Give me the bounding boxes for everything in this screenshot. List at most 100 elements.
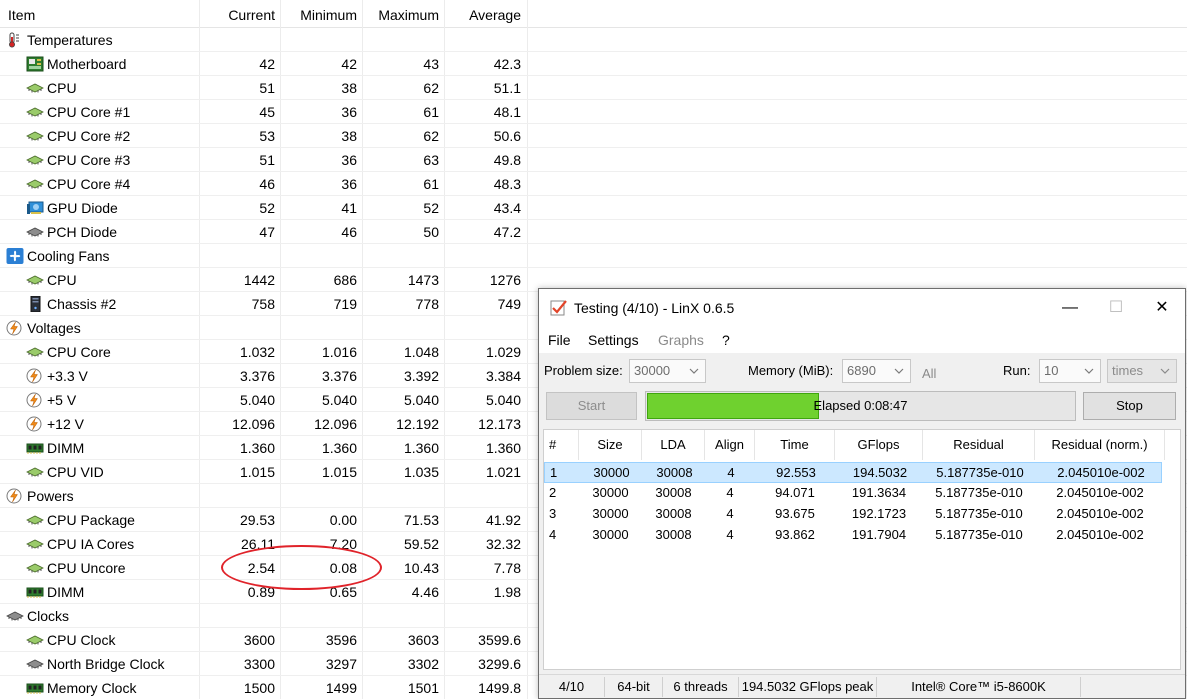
header-maximum[interactable]: Maximum xyxy=(363,0,439,28)
menu-file[interactable]: File xyxy=(548,327,571,353)
chip-icon xyxy=(26,104,44,120)
run-count-combo[interactable]: 10 xyxy=(1039,359,1101,383)
menu-settings[interactable]: Settings xyxy=(588,327,639,353)
sensor-current-value: 1442 xyxy=(243,272,275,288)
sensor-current-value: 1.360 xyxy=(239,440,275,456)
sensor-name-cell: CPU Clock xyxy=(26,628,115,652)
start-button[interactable]: Start xyxy=(546,392,637,420)
sensor-average-value: 48.3 xyxy=(493,176,521,192)
sensor-name-cell: CPU VID xyxy=(26,460,104,484)
sensor-name: CPU Uncore xyxy=(47,560,126,576)
results-header-col-residual-norm[interactable]: Residual (norm.) xyxy=(1035,430,1165,460)
results-cell-col-residual-norm: 2.045010e-002 xyxy=(1057,465,1145,480)
menu-help[interactable]: ? xyxy=(722,327,730,353)
results-row[interactable]: 4 30000 30008 4 93.862 191.7904 5.187735e-010 2… xyxy=(544,525,1162,546)
sensor-name: CPU Core #2 xyxy=(47,128,131,144)
results-header-col-size[interactable]: Size xyxy=(579,430,642,460)
linx-window[interactable]: Testing (4/10) - LinX 0.6.5 — ☐ ✕ File S… xyxy=(538,288,1186,699)
sensor-name-cell: CPU IA Cores xyxy=(26,532,134,556)
sensor-maximum-value: 10.43 xyxy=(403,560,439,576)
results-cell-col-time: 93.675 xyxy=(775,506,815,521)
dimm-icon xyxy=(26,680,44,696)
menu-bar: File Settings Graphs ? xyxy=(539,327,1185,353)
sensor-minimum-value: 0.65 xyxy=(329,584,357,600)
sensor-average-value: 1.029 xyxy=(485,344,521,360)
sensor-row[interactable]: CPU 51 38 62 51.1 xyxy=(0,76,1187,100)
sensor-row[interactable]: Motherboard 42 42 43 42.3 xyxy=(0,52,1187,76)
results-row[interactable]: 2 30000 30008 4 94.071 191.3634 5.187735e-010 2… xyxy=(544,483,1162,504)
results-cell-col-residual-norm: 2.045010e-002 xyxy=(1056,527,1144,542)
results-row[interactable]: 1 30000 30008 4 92.553 194.5032 5.187735e-010 2… xyxy=(544,462,1162,483)
sensor-average-value: 42.3 xyxy=(493,56,521,72)
results-header-col-align[interactable]: Align xyxy=(705,430,755,460)
sensor-row[interactable]: CPU Core #1 45 36 61 48.1 xyxy=(0,100,1187,124)
menu-graphs[interactable]: Graphs xyxy=(658,327,704,353)
header-minimum[interactable]: Minimum xyxy=(281,0,357,28)
chassis-icon xyxy=(26,296,44,312)
results-cell-col-size: 30000 xyxy=(592,527,629,542)
sensor-maximum-value: 1.360 xyxy=(403,440,439,456)
results-cell-col-residual: 5.187735e-010 xyxy=(935,527,1023,542)
sensor-name: CPU xyxy=(47,80,77,96)
problem-size-combo[interactable]: 30000 xyxy=(629,359,706,383)
sensor-maximum-value: 3302 xyxy=(407,656,439,672)
sensor-current-value: 3300 xyxy=(243,656,275,672)
sensor-name: North Bridge Clock xyxy=(47,656,165,672)
status-bar: 4/10 64-bit 6 threads 194.5032 GFlops peak I… xyxy=(539,674,1185,698)
sensor-row[interactable]: PCH Diode 47 46 50 47.2 xyxy=(0,220,1187,244)
run-unit-value: times xyxy=(1112,363,1144,378)
bolt-icon xyxy=(26,392,44,408)
sensor-row[interactable]: CPU Core #3 51 36 63 49.8 xyxy=(0,148,1187,172)
memory-combo[interactable]: 6890 xyxy=(842,359,911,383)
sensor-group-row[interactable]: Temperatures xyxy=(0,28,1187,52)
sensor-name-cell: CPU Core #4 xyxy=(26,172,130,196)
sensor-name: CPU Core xyxy=(47,344,111,360)
results-header-col-residual[interactable]: Residual xyxy=(923,430,1035,460)
bolt-icon xyxy=(6,320,24,336)
sensor-group-row[interactable]: Cooling Fans xyxy=(0,244,1187,268)
sensor-current-value: 5.040 xyxy=(239,392,275,408)
memory-all-option[interactable]: All xyxy=(922,362,936,386)
header-current[interactable]: Current xyxy=(200,0,275,28)
results-row[interactable]: 3 30000 30008 4 93.675 192.1723 5.187735e-010 2… xyxy=(544,504,1162,525)
results-header-col-lda[interactable]: LDA xyxy=(642,430,705,460)
sensor-minimum-value: 3297 xyxy=(325,656,357,672)
sensor-name-cell: Chassis #2 xyxy=(26,292,116,316)
sensor-minimum-value: 686 xyxy=(333,272,357,288)
chevron-down-icon xyxy=(1158,360,1172,382)
sensor-row[interactable]: CPU Core #4 46 36 61 48.3 xyxy=(0,172,1187,196)
results-cell-col-time: 94.071 xyxy=(775,485,815,500)
results-header-col-index[interactable]: # xyxy=(544,430,579,460)
stop-button[interactable]: Stop xyxy=(1083,392,1176,420)
chip-icon xyxy=(26,80,44,96)
results-header-col-gflops[interactable]: GFlops xyxy=(835,430,923,460)
elapsed-time-text: Elapsed 0:08:47 xyxy=(813,398,908,413)
status-cpu: Intel® Core™ i5-8600K xyxy=(877,677,1081,697)
maximize-button[interactable]: ☐ xyxy=(1093,289,1139,327)
close-button[interactable]: ✕ xyxy=(1139,289,1185,327)
sensor-name-cell: DIMM xyxy=(26,580,84,604)
minimize-button[interactable]: — xyxy=(1047,289,1093,327)
sensor-current-value: 51 xyxy=(259,152,275,168)
results-cell-col-residual-norm: 2.045010e-002 xyxy=(1056,506,1144,521)
sensor-minimum-value: 719 xyxy=(333,296,357,312)
test-progress-bar: Elapsed 0:08:47 xyxy=(645,391,1076,421)
sensor-average-value: 3.384 xyxy=(485,368,521,384)
header-item[interactable]: Item xyxy=(8,0,35,28)
sensor-name: CPU Core #3 xyxy=(47,152,131,168)
sensor-minimum-value: 36 xyxy=(341,176,357,192)
sensor-minimum-value: 0.08 xyxy=(329,560,357,576)
sensor-row[interactable]: GPU Diode 52 41 52 43.4 xyxy=(0,196,1187,220)
results-header-col-time[interactable]: Time xyxy=(755,430,835,460)
sensor-name-cell: +12 V xyxy=(26,412,84,436)
chip-icon xyxy=(26,464,44,480)
chip-icon xyxy=(26,128,44,144)
sensor-row[interactable]: CPU Core #2 53 38 62 50.6 xyxy=(0,124,1187,148)
sensor-name: Temperatures xyxy=(27,32,113,48)
title-bar[interactable]: Testing (4/10) - LinX 0.6.5 — ☐ ✕ xyxy=(539,289,1185,327)
sensor-maximum-value: 61 xyxy=(423,104,439,120)
sensor-name: +5 V xyxy=(47,392,77,408)
run-unit-combo[interactable]: times xyxy=(1107,359,1177,383)
flat-chip-icon xyxy=(26,656,44,672)
header-average[interactable]: Average xyxy=(445,0,521,28)
